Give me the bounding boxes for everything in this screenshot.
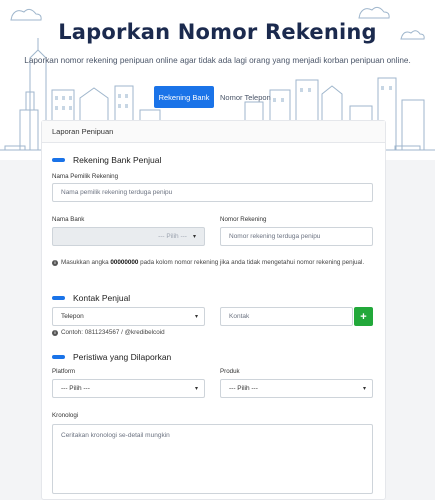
bank-name-select[interactable]: --- Pilih --- ▾ xyxy=(52,227,205,246)
add-contact-button[interactable]: + xyxy=(354,307,373,326)
account-number-label: Nomor Rekening xyxy=(220,216,267,223)
chevron-down-icon: ▾ xyxy=(362,386,366,392)
chevron-down-icon: ▾ xyxy=(194,386,198,392)
section-title: Rekening Bank Penjual xyxy=(73,155,162,165)
chevron-down-icon: ▾ xyxy=(194,314,198,320)
page-title: Laporkan Nomor Rekening xyxy=(58,20,377,44)
section-accent-bar xyxy=(52,158,65,162)
section-accent-bar xyxy=(52,296,65,300)
contact-input[interactable]: Kontak xyxy=(220,307,353,326)
section-title: Peristiwa yang Dilaporkan xyxy=(73,352,172,362)
tab-bank-account[interactable]: Rekening Bank xyxy=(154,86,214,108)
report-type-tabs: Rekening Bank Nomor Telepon xyxy=(0,86,435,108)
info-icon: i xyxy=(52,330,58,336)
platform-label: Platform xyxy=(52,368,76,375)
section-event-header: Peristiwa yang Dilaporkan xyxy=(52,352,171,362)
section-accent-bar xyxy=(52,355,65,359)
tab-phone-number[interactable]: Nomor Telepon xyxy=(220,86,280,108)
section-bank-header: Rekening Bank Penjual xyxy=(52,155,161,165)
account-number-input[interactable]: Nomor rekening terduga penipu xyxy=(220,227,373,246)
chronology-textarea[interactable]: Ceritakan kronologi se-detail mungkin xyxy=(52,424,373,494)
contact-example-note: i Contoh: 0811234567 / @kredibelcoid xyxy=(52,328,165,338)
product-select[interactable]: --- Pilih --- ▾ xyxy=(220,379,373,398)
page-subtitle: Laporkan nomor rekening penipuan online … xyxy=(24,56,411,65)
report-form-card: Laporan Penipuan Rekening Bank Penjual N… xyxy=(41,120,386,500)
product-label: Produk xyxy=(220,368,240,375)
card-title: Laporan Penipuan xyxy=(42,121,385,143)
contact-type-select[interactable]: Telepon ▾ xyxy=(52,307,205,326)
chronology-label: Kronologi xyxy=(52,412,79,419)
owner-name-label: Nama Pemilik Rekening xyxy=(52,173,119,180)
info-icon: i xyxy=(52,260,58,266)
bank-name-label: Nama Bank xyxy=(52,216,85,223)
chevron-down-icon: ▾ xyxy=(192,234,196,240)
platform-select[interactable]: --- Pilih --- ▾ xyxy=(52,379,205,398)
section-contact-header: Kontak Penjual xyxy=(52,293,130,303)
account-info-note: i Masukkan angka 00000000 pada kolom nomo… xyxy=(52,258,370,268)
section-title: Kontak Penjual xyxy=(73,293,131,303)
owner-name-input[interactable]: Nama pemilik rekening terduga penipu xyxy=(52,183,373,202)
